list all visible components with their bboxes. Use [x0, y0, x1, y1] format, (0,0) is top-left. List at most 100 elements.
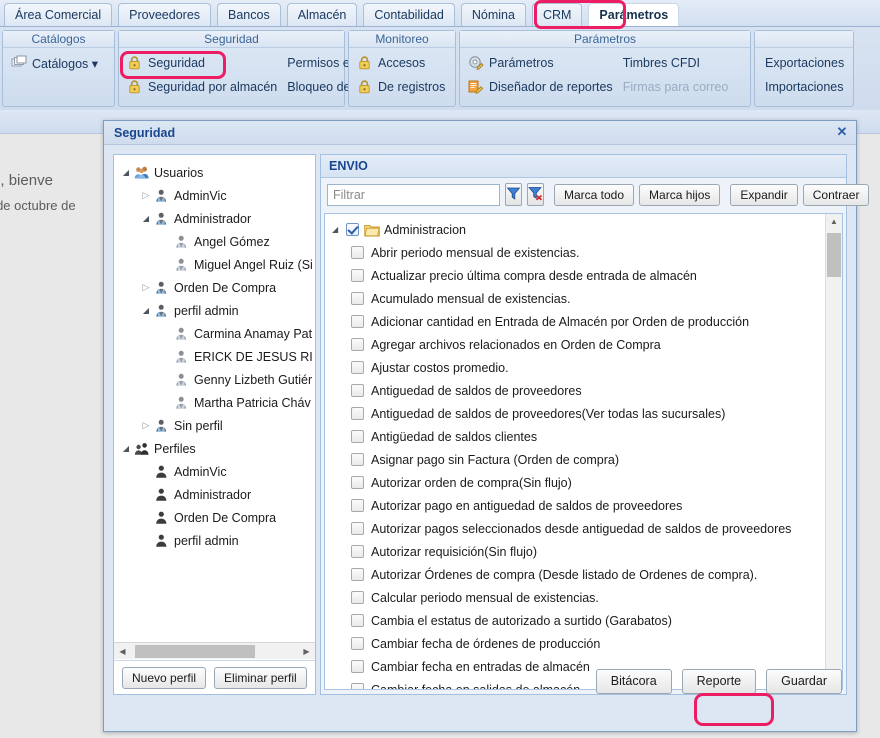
tab-bancos[interactable]: Bancos: [217, 3, 281, 26]
ribbon-item-timbres-cfdi[interactable]: Timbres CFDI: [617, 51, 733, 75]
tab-par-metros[interactable]: Parámetros: [588, 3, 679, 26]
tab--rea-comercial[interactable]: Área Comercial: [4, 3, 112, 26]
scrollbar-thumb[interactable]: [827, 233, 841, 277]
permission-row[interactable]: Acumulado mensual de existencias.: [325, 287, 825, 310]
tree-node[interactable]: Orden De Compra: [114, 276, 315, 299]
permission-checkbox[interactable]: [351, 499, 364, 512]
permission-row[interactable]: Autorizar pago en antiguedad de saldos d…: [325, 494, 825, 517]
permission-checkbox[interactable]: [351, 338, 364, 351]
permissions-vertical-scrollbar[interactable]: ▲ ▼: [825, 214, 842, 689]
ribbon-item-seguridad[interactable]: Seguridad: [123, 51, 281, 75]
permission-row[interactable]: Adicionar cantidad en Entrada de Almacén…: [325, 310, 825, 333]
tree-scroll-area[interactable]: UsuariosAdminVicAdministradorAngel Gómez…: [114, 155, 315, 652]
expand-arrow-open-icon[interactable]: [118, 161, 134, 184]
filter-input[interactable]: [327, 184, 500, 206]
expand-arrow-closed-icon[interactable]: [138, 184, 154, 207]
tree-node[interactable]: Martha Patricia Cháv: [114, 391, 315, 414]
tree-node[interactable]: Orden De Compra: [114, 506, 315, 529]
ribbon-item-de-registros[interactable]: De registros: [353, 75, 449, 99]
close-icon[interactable]: ✕: [834, 124, 850, 140]
permission-row[interactable]: Calcular periodo mensual de existencias.: [325, 586, 825, 609]
permission-checkbox[interactable]: [351, 591, 364, 604]
permission-checkbox[interactable]: [351, 614, 364, 627]
tab-proveedores[interactable]: Proveedores: [118, 3, 211, 26]
ribbon-item-dise-ador-de-reportes[interactable]: Diseñador de reportes: [464, 75, 617, 99]
permission-row[interactable]: Autorizar Órdenes de compra (Desde lista…: [325, 563, 825, 586]
permission-checkbox[interactable]: [351, 315, 364, 328]
ribbon-item-importaciones[interactable]: Importaciones: [759, 75, 848, 99]
permission-checkbox[interactable]: [351, 568, 364, 581]
permission-checkbox[interactable]: [351, 545, 364, 558]
scroll-left-icon[interactable]: ◀: [114, 647, 131, 656]
tree-node[interactable]: Perfiles: [114, 437, 315, 460]
permission-checkbox[interactable]: [351, 522, 364, 535]
scrollbar-thumb[interactable]: [135, 645, 255, 658]
expand-arrow-open-icon[interactable]: [118, 437, 134, 460]
expand-arrow-open-icon[interactable]: [138, 299, 154, 322]
permission-checkbox[interactable]: [351, 637, 364, 650]
permission-checkbox[interactable]: [351, 453, 364, 466]
permission-checkbox[interactable]: [351, 384, 364, 397]
tree-node[interactable]: Genny Lizbeth Gutiér: [114, 368, 315, 391]
tree-node[interactable]: Sin perfil: [114, 414, 315, 437]
tree-node[interactable]: Usuarios: [114, 161, 315, 184]
reporte-button[interactable]: Reporte: [682, 669, 756, 694]
tree-node[interactable]: ERICK DE JESUS RI: [114, 345, 315, 368]
permission-row[interactable]: Ajustar costos promedio.: [325, 356, 825, 379]
permission-row[interactable]: Asignar pago sin Factura (Orden de compr…: [325, 448, 825, 471]
ribbon-item-par-metros[interactable]: Parámetros: [464, 51, 617, 75]
mark-children-button[interactable]: Marca hijos: [639, 184, 720, 206]
permission-row[interactable]: Autorizar requisición(Sin flujo): [325, 540, 825, 563]
permission-checkbox[interactable]: [346, 223, 359, 236]
permission-checkbox[interactable]: [351, 292, 364, 305]
tree-node[interactable]: perfil admin: [114, 299, 315, 322]
ribbon-item-accesos[interactable]: Accesos: [353, 51, 449, 75]
tab-crm[interactable]: CRM: [532, 3, 582, 26]
permission-checkbox[interactable]: [351, 430, 364, 443]
tree-node[interactable]: Miguel Angel Ruiz (Si: [114, 253, 315, 276]
permission-row[interactable]: Abrir periodo mensual de existencias.: [325, 241, 825, 264]
scroll-right-icon[interactable]: ▶: [298, 647, 315, 656]
tree-node[interactable]: Angel Gómez: [114, 230, 315, 253]
apply-filter-button[interactable]: [505, 183, 522, 206]
bitacora-button[interactable]: Bitácora: [596, 669, 672, 694]
expand-arrow-closed-icon[interactable]: [138, 276, 154, 299]
ribbon-item-exportaciones[interactable]: Exportaciones: [759, 51, 848, 75]
guardar-button[interactable]: Guardar: [766, 669, 842, 694]
tree-node[interactable]: AdminVic: [114, 184, 315, 207]
tree-node[interactable]: AdminVic: [114, 460, 315, 483]
permission-row[interactable]: Antiguedad de saldos de proveedores(Ver …: [325, 402, 825, 425]
clear-filter-button[interactable]: [527, 183, 544, 206]
permission-checkbox[interactable]: [351, 361, 364, 374]
permission-row[interactable]: Autorizar orden de compra(Sin flujo): [325, 471, 825, 494]
collapse-button[interactable]: Contraer: [803, 184, 870, 206]
permission-row[interactable]: Cambia el estatus de autorizado a surtid…: [325, 609, 825, 632]
permission-checkbox[interactable]: [351, 246, 364, 259]
expand-arrow-closed-icon[interactable]: [138, 414, 154, 437]
expand-button[interactable]: Expandir: [730, 184, 797, 206]
ribbon-item-seguridad-por-almac-n[interactable]: Seguridad por almacén: [123, 75, 281, 99]
tab-almac-n[interactable]: Almacén: [287, 3, 358, 26]
permission-checkbox[interactable]: [351, 269, 364, 282]
mark-all-button[interactable]: Marca todo: [554, 184, 634, 206]
tree-node[interactable]: Carmina Anamay Pat: [114, 322, 315, 345]
tab-contabilidad[interactable]: Contabilidad: [363, 3, 455, 26]
permission-root-row[interactable]: ◢Administracion: [325, 218, 825, 241]
permission-row[interactable]: Antiguedad de saldos de proveedores: [325, 379, 825, 402]
permissions-scroll-area[interactable]: ◢AdministracionAbrir periodo mensual de …: [325, 214, 825, 689]
expand-arrow-open-icon[interactable]: ◢: [332, 225, 346, 234]
scroll-up-icon[interactable]: ▲: [826, 214, 842, 230]
ribbon-item-cat-logos[interactable]: Catálogos ▾: [7, 51, 102, 75]
permission-checkbox[interactable]: [351, 407, 364, 420]
tree-node[interactable]: perfil admin: [114, 529, 315, 552]
tree-node[interactable]: Administrador: [114, 207, 315, 230]
permission-row[interactable]: Agregar archivos relacionados en Orden d…: [325, 333, 825, 356]
permission-row[interactable]: Actualizar precio última compra desde en…: [325, 264, 825, 287]
permission-row[interactable]: Cambiar fecha de órdenes de producción: [325, 632, 825, 655]
permission-row[interactable]: Antigüedad de saldos clientes: [325, 425, 825, 448]
permission-row[interactable]: Autorizar pagos seleccionados desde anti…: [325, 517, 825, 540]
expand-arrow-open-icon[interactable]: [138, 207, 154, 230]
tree-node[interactable]: Administrador: [114, 483, 315, 506]
tab-n-mina[interactable]: Nómina: [461, 3, 526, 26]
permission-checkbox[interactable]: [351, 476, 364, 489]
